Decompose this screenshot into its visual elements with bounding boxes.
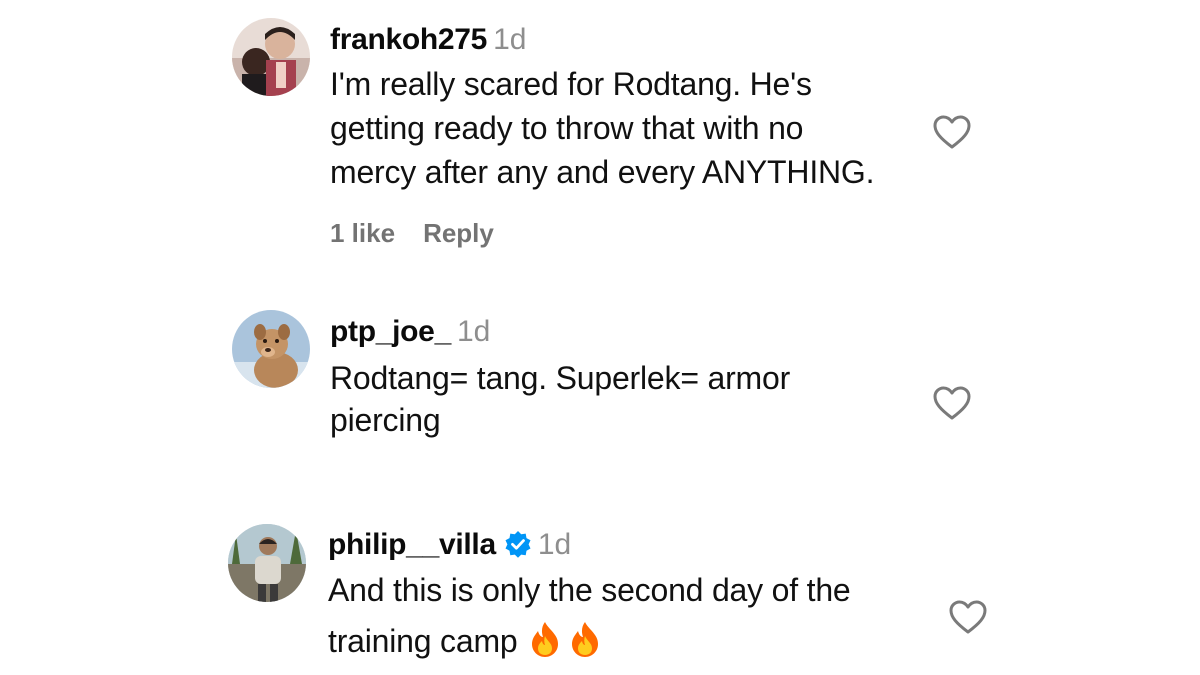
avatar-image bbox=[232, 18, 310, 96]
fire-emoji-icon bbox=[528, 620, 562, 658]
timestamp: 1d bbox=[493, 23, 527, 56]
comment-text-line: mercy after any and every ANYTHING. bbox=[330, 154, 875, 190]
avatar[interactable] bbox=[232, 310, 310, 388]
verified-badge-icon bbox=[505, 531, 531, 558]
username-link[interactable]: philip__villa bbox=[328, 528, 496, 561]
username-link[interactable]: ptp_joe_ bbox=[330, 315, 451, 348]
username-link[interactable]: frankoh275 bbox=[330, 23, 487, 56]
comment-header: frankoh275 1d bbox=[330, 25, 526, 55]
comment-text-line: And this is only the second day of the bbox=[328, 572, 851, 608]
avatar[interactable] bbox=[232, 18, 310, 96]
avatar-image bbox=[232, 310, 310, 388]
timestamp: 1d bbox=[456, 315, 491, 348]
comment-header: ptp_joe_ 1d bbox=[330, 317, 490, 347]
comment-text-line: piercing bbox=[330, 402, 441, 438]
reply-button[interactable]: Reply bbox=[423, 218, 494, 248]
comment-text-line: getting ready to throw that with no bbox=[330, 110, 804, 146]
avatar-image bbox=[228, 524, 306, 602]
comment-text: training camp bbox=[328, 623, 518, 659]
heart-outline-icon[interactable] bbox=[932, 114, 972, 150]
timestamp: 1d bbox=[537, 528, 572, 561]
heart-outline-icon[interactable] bbox=[948, 599, 988, 635]
heart-outline-icon[interactable] bbox=[932, 385, 972, 421]
comment-actions: 1 like Reply bbox=[330, 220, 522, 246]
comment-text-line: Rodtang= tang. Superlek= armor bbox=[330, 360, 791, 396]
avatar[interactable] bbox=[228, 524, 306, 602]
comment-text-line-with-emoji: training camp bbox=[328, 620, 602, 658]
fire-emoji-icon bbox=[568, 620, 602, 658]
comment-text-line: I'm really scared for Rodtang. He's bbox=[330, 66, 812, 102]
likes-count[interactable]: 1 like bbox=[330, 218, 395, 248]
comment-header: philip__villa 1d bbox=[328, 530, 571, 560]
